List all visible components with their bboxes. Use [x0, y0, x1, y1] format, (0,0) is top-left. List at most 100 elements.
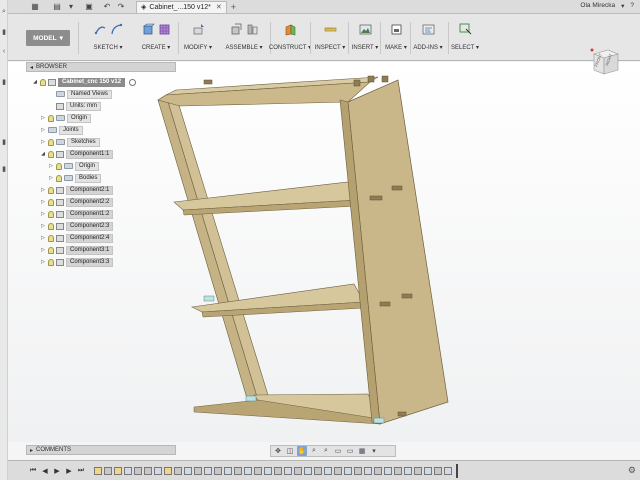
- look-at-icon[interactable]: ◫: [285, 446, 295, 456]
- timeline-marker[interactable]: [456, 463, 458, 478]
- visibility-bulb-icon[interactable]: [56, 174, 62, 182]
- visual-style-icon[interactable]: ▭: [345, 446, 355, 456]
- go-to-end-icon[interactable]: ⏭: [76, 466, 86, 476]
- insert-image-icon[interactable]: [359, 23, 372, 36]
- browser-item[interactable]: ▷ Bodies: [48, 173, 102, 183]
- timeline-feature[interactable]: [404, 466, 412, 475]
- construct-menu-label[interactable]: CONSTRUCT ▾: [269, 44, 311, 51]
- timeline-feature[interactable]: [354, 466, 362, 475]
- timeline-feature[interactable]: [324, 466, 332, 475]
- construct-group[interactable]: CONSTRUCT ▾: [264, 14, 316, 61]
- timeline-feature[interactable]: [304, 466, 312, 475]
- timeline-feature[interactable]: [424, 466, 432, 475]
- inspect-menu-label[interactable]: INSPECT ▾: [315, 44, 346, 51]
- scripts-icon[interactable]: [422, 23, 435, 36]
- chevron-right-icon[interactable]: ▷: [40, 139, 46, 145]
- chevron-right-icon[interactable]: ▷: [40, 247, 46, 253]
- assemble-group[interactable]: ASSEMBLE ▾: [220, 14, 268, 61]
- timeline-feature[interactable]: [134, 466, 142, 475]
- timeline-feature[interactable]: [434, 466, 442, 475]
- offset-plane-icon[interactable]: [284, 23, 297, 36]
- make-menu-label[interactable]: MAKE ▾: [385, 44, 407, 51]
- user-name[interactable]: Ola Mirecka: [580, 2, 615, 10]
- form-icon[interactable]: [158, 23, 171, 36]
- sketch-group[interactable]: SKETCH ▾: [84, 14, 132, 61]
- browser-item[interactable]: ▷ Component1:2: [40, 209, 114, 219]
- visibility-bulb-icon[interactable]: [48, 234, 54, 242]
- chevron-right-icon[interactable]: ▷: [40, 235, 46, 241]
- timeline-feature[interactable]: [284, 466, 292, 475]
- visibility-bulb-icon[interactable]: [56, 162, 62, 170]
- timeline-feature[interactable]: [234, 466, 242, 475]
- select-menu-label[interactable]: SELECT ▾: [451, 44, 479, 51]
- grid-menu-icon[interactable]: ▦: [28, 0, 42, 14]
- timeline-feature[interactable]: [254, 466, 262, 475]
- create-group[interactable]: CREATE ▾: [136, 14, 176, 61]
- timeline-feature[interactable]: [204, 466, 212, 475]
- press-pull-icon[interactable]: [192, 23, 205, 36]
- timeline-feature[interactable]: [314, 466, 322, 475]
- view-cube[interactable]: FRONT RIGHT: [590, 44, 622, 76]
- timeline-feature[interactable]: [124, 466, 132, 475]
- visibility-bulb-icon[interactable]: [48, 186, 54, 194]
- browser-item[interactable]: ▷ Sketches: [40, 137, 100, 147]
- chevron-right-icon[interactable]: ▷: [40, 223, 46, 229]
- browser-item[interactable]: ▷ Origin: [48, 161, 100, 171]
- visibility-bulb-icon[interactable]: [48, 114, 54, 122]
- visibility-bulb-icon[interactable]: [48, 258, 54, 266]
- display-settings-icon[interactable]: ▭: [333, 446, 343, 456]
- select-group[interactable]: SELECT ▾: [448, 14, 482, 61]
- modify-group[interactable]: MODIFY ▾: [180, 14, 216, 61]
- timeline-feature[interactable]: [164, 466, 172, 475]
- chevron-right-icon[interactable]: ▷: [40, 259, 46, 265]
- chevron-right-icon[interactable]: ▷: [40, 187, 46, 193]
- browser-item[interactable]: ◢ Component1:1: [40, 149, 114, 159]
- timeline-feature[interactable]: [214, 466, 222, 475]
- browser-item[interactable]: ▷ Component2:4: [40, 233, 114, 243]
- assemble-menu-label[interactable]: ASSEMBLE ▾: [225, 44, 262, 51]
- document-tab[interactable]: ◈ Cabinet_...150 v12* ✕: [136, 0, 227, 13]
- timeline-feature[interactable]: [374, 466, 382, 475]
- timeline-feature[interactable]: [114, 466, 122, 475]
- sketch-arc-icon[interactable]: [110, 23, 123, 36]
- close-icon[interactable]: ✕: [216, 3, 222, 11]
- chevron-right-icon[interactable]: ▷: [40, 127, 46, 133]
- expand-icon[interactable]: ▸: [30, 447, 33, 454]
- browser-item[interactable]: ▷ Joints: [40, 125, 83, 135]
- grid-settings-icon[interactable]: ▦: [357, 446, 367, 456]
- collapse-icon[interactable]: ◂: [30, 64, 33, 71]
- comments-panel[interactable]: ▸ COMMENTS: [26, 445, 176, 455]
- chevron-down-icon[interactable]: ▾: [64, 0, 78, 14]
- timeline-feature[interactable]: [394, 466, 402, 475]
- visibility-bulb-icon[interactable]: [48, 246, 54, 254]
- go-to-start-icon[interactable]: ⏮: [28, 466, 38, 476]
- timeline-feature[interactable]: [444, 466, 452, 475]
- redo-icon[interactable]: ↷: [114, 0, 128, 14]
- measure-icon[interactable]: [324, 23, 337, 36]
- timeline-feature[interactable]: [334, 466, 342, 475]
- step-back-icon[interactable]: ◀: [40, 466, 50, 476]
- insert-group[interactable]: INSERT ▾: [350, 14, 380, 61]
- extrude-icon[interactable]: [142, 23, 155, 36]
- timeline-feature[interactable]: [294, 466, 302, 475]
- browser-item[interactable]: ▷ Component2:2: [40, 197, 114, 207]
- timeline-feature[interactable]: [364, 466, 372, 475]
- sketch-menu-label[interactable]: SKETCH ▾: [93, 44, 122, 51]
- visibility-bulb-icon[interactable]: [48, 150, 54, 158]
- sketch-line-icon[interactable]: [94, 23, 107, 36]
- timeline-feature[interactable]: [184, 466, 192, 475]
- visibility-bulb-icon[interactable]: [48, 198, 54, 206]
- make-group[interactable]: MAKE ▾: [382, 14, 410, 61]
- zoom-icon[interactable]: ⌕: [309, 446, 319, 456]
- help-icon[interactable]: ?: [630, 2, 634, 10]
- user-menu-arrow[interactable]: ▾: [621, 2, 624, 10]
- addins-menu-label[interactable]: ADD-INS ▾: [413, 44, 442, 51]
- browser-root-item[interactable]: ◢ Cabinet_cnc 150 v12: [32, 77, 137, 87]
- chevron-right-icon[interactable]: ▷: [48, 175, 54, 181]
- file-icon[interactable]: ▤: [50, 0, 64, 14]
- insert-menu-label[interactable]: INSERT ▾: [352, 44, 378, 51]
- undo-icon[interactable]: ↶: [100, 0, 114, 14]
- chevron-down-icon[interactable]: ◢: [40, 151, 46, 157]
- browser-header[interactable]: ◂ BROWSER: [26, 62, 176, 72]
- chevron-right-icon[interactable]: ▷: [40, 115, 46, 121]
